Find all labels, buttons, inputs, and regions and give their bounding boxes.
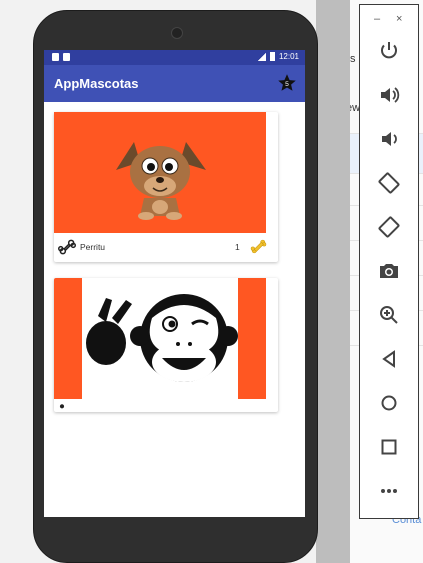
phone-camera — [171, 27, 183, 39]
close-button[interactable]: × — [396, 13, 402, 25]
bone-like-icon[interactable] — [57, 237, 77, 257]
rotate-left-icon[interactable] — [377, 171, 401, 195]
app-title: AppMascotas — [54, 76, 139, 91]
pet-image — [54, 112, 266, 233]
dog-illustration — [116, 142, 206, 220]
more-icon[interactable] — [377, 479, 401, 503]
zoom-icon[interactable] — [377, 303, 401, 327]
ide-text-fragment: s — [350, 53, 356, 65]
volume-up-icon[interactable] — [377, 83, 401, 107]
pet-card-footer: Perritu 1 — [54, 235, 278, 259]
favorites-star-icon[interactable]: 5 — [277, 73, 297, 93]
pet-likes-count: 1 — [235, 242, 240, 252]
back-icon[interactable] — [377, 347, 401, 371]
pet-card[interactable] — [54, 278, 278, 412]
notification-icon — [52, 53, 59, 61]
minimize-button[interactable]: – — [374, 13, 380, 25]
camera-icon[interactable] — [377, 259, 401, 283]
pet-name: Perritu — [80, 242, 106, 252]
app-toolbar: AppMascotas 5 — [44, 65, 305, 102]
svg-text:5: 5 — [285, 81, 289, 88]
status-time: 12:01 — [278, 52, 299, 61]
status-bar: 12:01 — [44, 50, 305, 65]
emulator-toolbar: – × — [359, 4, 419, 519]
phone-screen[interactable]: 12:01 AppMascotas 5 Perritu 1 — [44, 50, 305, 517]
bone-like-icon[interactable] — [57, 403, 77, 412]
pet-card-footer — [54, 401, 278, 412]
signal-icon — [257, 52, 266, 61]
pet-image — [54, 278, 266, 399]
rotate-right-icon[interactable] — [377, 215, 401, 239]
pet-card[interactable]: Perritu 1 — [54, 112, 278, 262]
overview-icon[interactable] — [377, 435, 401, 459]
monkey-peace-illustration — [54, 278, 266, 399]
emulator-frame-edge — [316, 0, 350, 563]
gold-bone-rating-icon — [250, 239, 267, 254]
battery-icon — [269, 52, 275, 61]
home-icon[interactable] — [377, 391, 401, 415]
volume-down-icon[interactable] — [377, 127, 401, 151]
power-icon[interactable] — [377, 39, 401, 63]
sd-card-icon — [63, 53, 70, 61]
